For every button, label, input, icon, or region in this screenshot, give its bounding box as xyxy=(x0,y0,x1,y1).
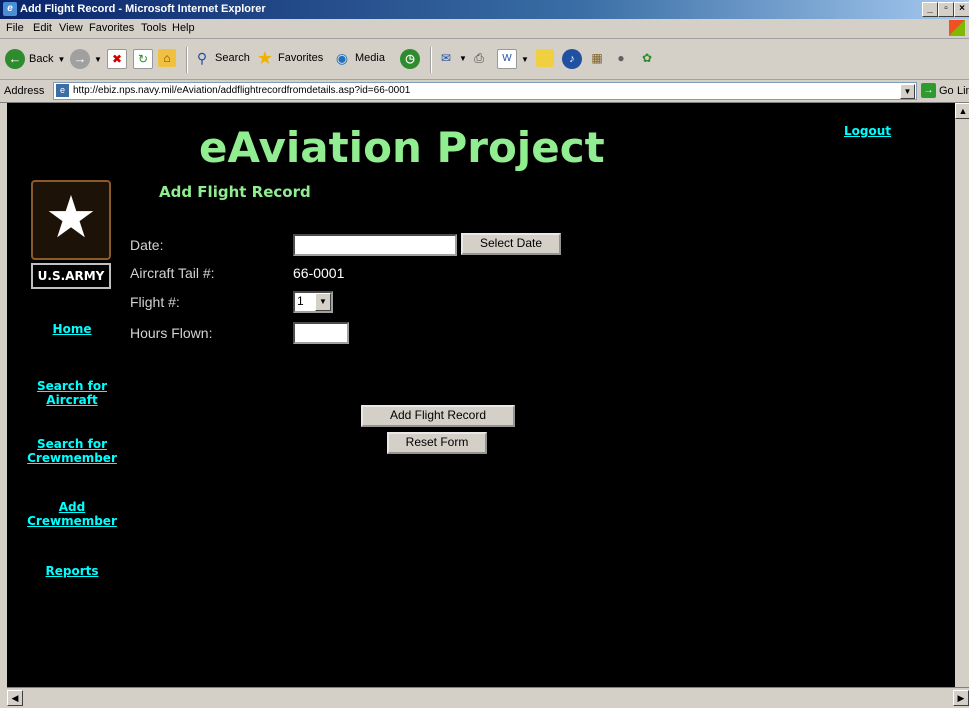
research-icon: ▦ xyxy=(591,51,603,65)
mail-icon: ✉ xyxy=(440,51,452,65)
favorites-star-icon: ★ xyxy=(256,48,274,68)
flight-number-select[interactable]: 1 ▼ xyxy=(293,291,333,313)
stop-button[interactable]: ✖ xyxy=(107,49,127,69)
minimize-button[interactable]: _ xyxy=(922,2,938,17)
windows-flag-icon xyxy=(949,20,965,36)
menu-edit[interactable]: Edit xyxy=(33,22,52,34)
home-icon: ⌂ xyxy=(158,49,176,67)
links-label[interactable]: Links xyxy=(957,85,969,97)
nav-search-aircraft[interactable]: Search for Aircraft xyxy=(17,379,127,407)
print-icon: ⎙ xyxy=(474,51,484,65)
scroll-left-icon[interactable]: ◀ xyxy=(7,690,23,706)
hours-flown-input[interactable] xyxy=(293,322,349,344)
hours-flown-label: Hours Flown: xyxy=(130,325,213,341)
address-url: http://ebiz.nps.navy.mil/eAviation/addfl… xyxy=(73,85,411,96)
back-button[interactable]: ← Back ▼ xyxy=(5,49,65,69)
refresh-icon: ↻ xyxy=(133,49,153,69)
form-title: Add Flight Record xyxy=(159,183,311,201)
date-label: Date: xyxy=(130,237,164,253)
media-icon: ◉ xyxy=(335,50,349,66)
add-flight-record-button[interactable]: Add Flight Record xyxy=(361,405,515,427)
go-arrow-icon: → xyxy=(921,83,936,98)
go-button[interactable]: → Go xyxy=(921,83,954,98)
contacts-button[interactable]: ✿ xyxy=(638,49,656,67)
horizontal-scrollbar[interactable]: ◀ ▶ xyxy=(7,687,969,708)
forward-button[interactable]: → ▼ xyxy=(70,49,102,69)
reset-form-button[interactable]: Reset Form xyxy=(387,432,487,454)
page-content: eAviation Project Logout Add Flight Reco… xyxy=(7,103,955,687)
menu-help[interactable]: Help xyxy=(172,22,195,34)
history-icon: ◷ xyxy=(400,49,420,69)
mail-button[interactable]: ✉ ▼ xyxy=(437,49,467,67)
menu-view[interactable]: View xyxy=(59,22,83,34)
chevron-down-icon: ▼ xyxy=(459,53,467,63)
edit-button[interactable]: W ▼ xyxy=(497,49,529,69)
discuss-icon: ● xyxy=(617,51,625,65)
forward-arrow-icon: → xyxy=(70,49,90,69)
address-input[interactable]: e http://ebiz.nps.navy.mil/eAviation/add… xyxy=(53,82,917,100)
vertical-scrollbar[interactable]: ▲ xyxy=(955,103,969,687)
menu-tools[interactable]: Tools xyxy=(141,22,167,34)
page-title: eAviation Project xyxy=(199,123,605,172)
home-button[interactable]: ⌂ xyxy=(158,49,176,67)
nav-search-crewmember[interactable]: Search for Crewmember xyxy=(17,437,127,465)
army-logo-text: U.S.ARMY xyxy=(31,263,111,289)
aircraft-tail-value: 66-0001 xyxy=(293,265,345,281)
page-icon: e xyxy=(56,84,69,97)
window-title: Add Flight Record - Microsoft Internet E… xyxy=(20,3,266,15)
chevron-down-icon: ▼ xyxy=(521,54,529,64)
media-button[interactable]: ◉ Media xyxy=(333,49,385,67)
notes-button[interactable] xyxy=(536,49,554,67)
refresh-button[interactable]: ↻ xyxy=(133,49,153,69)
favorites-button[interactable]: ★ Favorites xyxy=(256,49,323,67)
toolbar: ← Back ▼ → ▼ ✖ ↻ ⌂ ⚲ Search ★ Favorites … xyxy=(0,39,969,80)
back-arrow-icon: ← xyxy=(5,49,25,69)
menu-file[interactable]: File xyxy=(6,22,24,34)
messenger-icon: ♪ xyxy=(562,49,582,69)
menu-bar: File Edit View Favorites Tools Help xyxy=(0,19,969,39)
chevron-down-icon: ▼ xyxy=(94,54,102,64)
date-input[interactable] xyxy=(293,234,457,256)
aircraft-tail-label: Aircraft Tail #: xyxy=(130,265,215,281)
scroll-right-icon[interactable]: ▶ xyxy=(953,690,969,706)
address-label: Address xyxy=(4,85,45,97)
close-button[interactable]: × xyxy=(954,2,969,17)
research-button[interactable]: ▦ xyxy=(588,49,606,67)
messenger-button[interactable]: ♪ xyxy=(562,49,582,69)
history-button[interactable]: ◷ xyxy=(400,49,420,69)
window-title-bar: e Add Flight Record - Microsoft Internet… xyxy=(0,0,969,19)
select-date-button[interactable]: Select Date xyxy=(461,233,561,255)
nav-home[interactable]: Home xyxy=(17,322,127,336)
ie-logo-icon: e xyxy=(3,2,17,16)
address-bar: Address e http://ebiz.nps.navy.mil/eAvia… xyxy=(0,80,969,103)
menu-favorites[interactable]: Favorites xyxy=(89,22,134,34)
nav-reports[interactable]: Reports xyxy=(17,564,127,578)
logout-link[interactable]: Logout xyxy=(844,124,891,138)
notes-icon xyxy=(536,49,554,67)
flight-number-value: 1 xyxy=(297,294,304,308)
search-icon: ⚲ xyxy=(196,50,208,66)
discuss-button[interactable]: ● xyxy=(612,49,630,67)
chevron-down-icon[interactable]: ▼ xyxy=(315,293,331,311)
maximize-button[interactable]: ▫ xyxy=(938,2,954,17)
search-button[interactable]: ⚲ Search xyxy=(193,49,250,67)
army-logo: ★ U.S.ARMY xyxy=(31,180,111,290)
army-star-icon: ★ xyxy=(45,185,97,250)
chevron-down-icon: ▼ xyxy=(57,54,66,64)
edit-word-icon: W xyxy=(497,49,517,69)
address-dropdown-icon[interactable]: ▼ xyxy=(900,84,915,99)
print-button[interactable]: ⎙ xyxy=(470,49,488,67)
flight-number-label: Flight #: xyxy=(130,294,180,310)
scroll-up-icon[interactable]: ▲ xyxy=(955,103,969,119)
nav-add-crewmember[interactable]: Add Crewmember xyxy=(17,500,127,528)
stop-icon: ✖ xyxy=(107,49,127,69)
contacts-icon: ✿ xyxy=(641,51,653,65)
